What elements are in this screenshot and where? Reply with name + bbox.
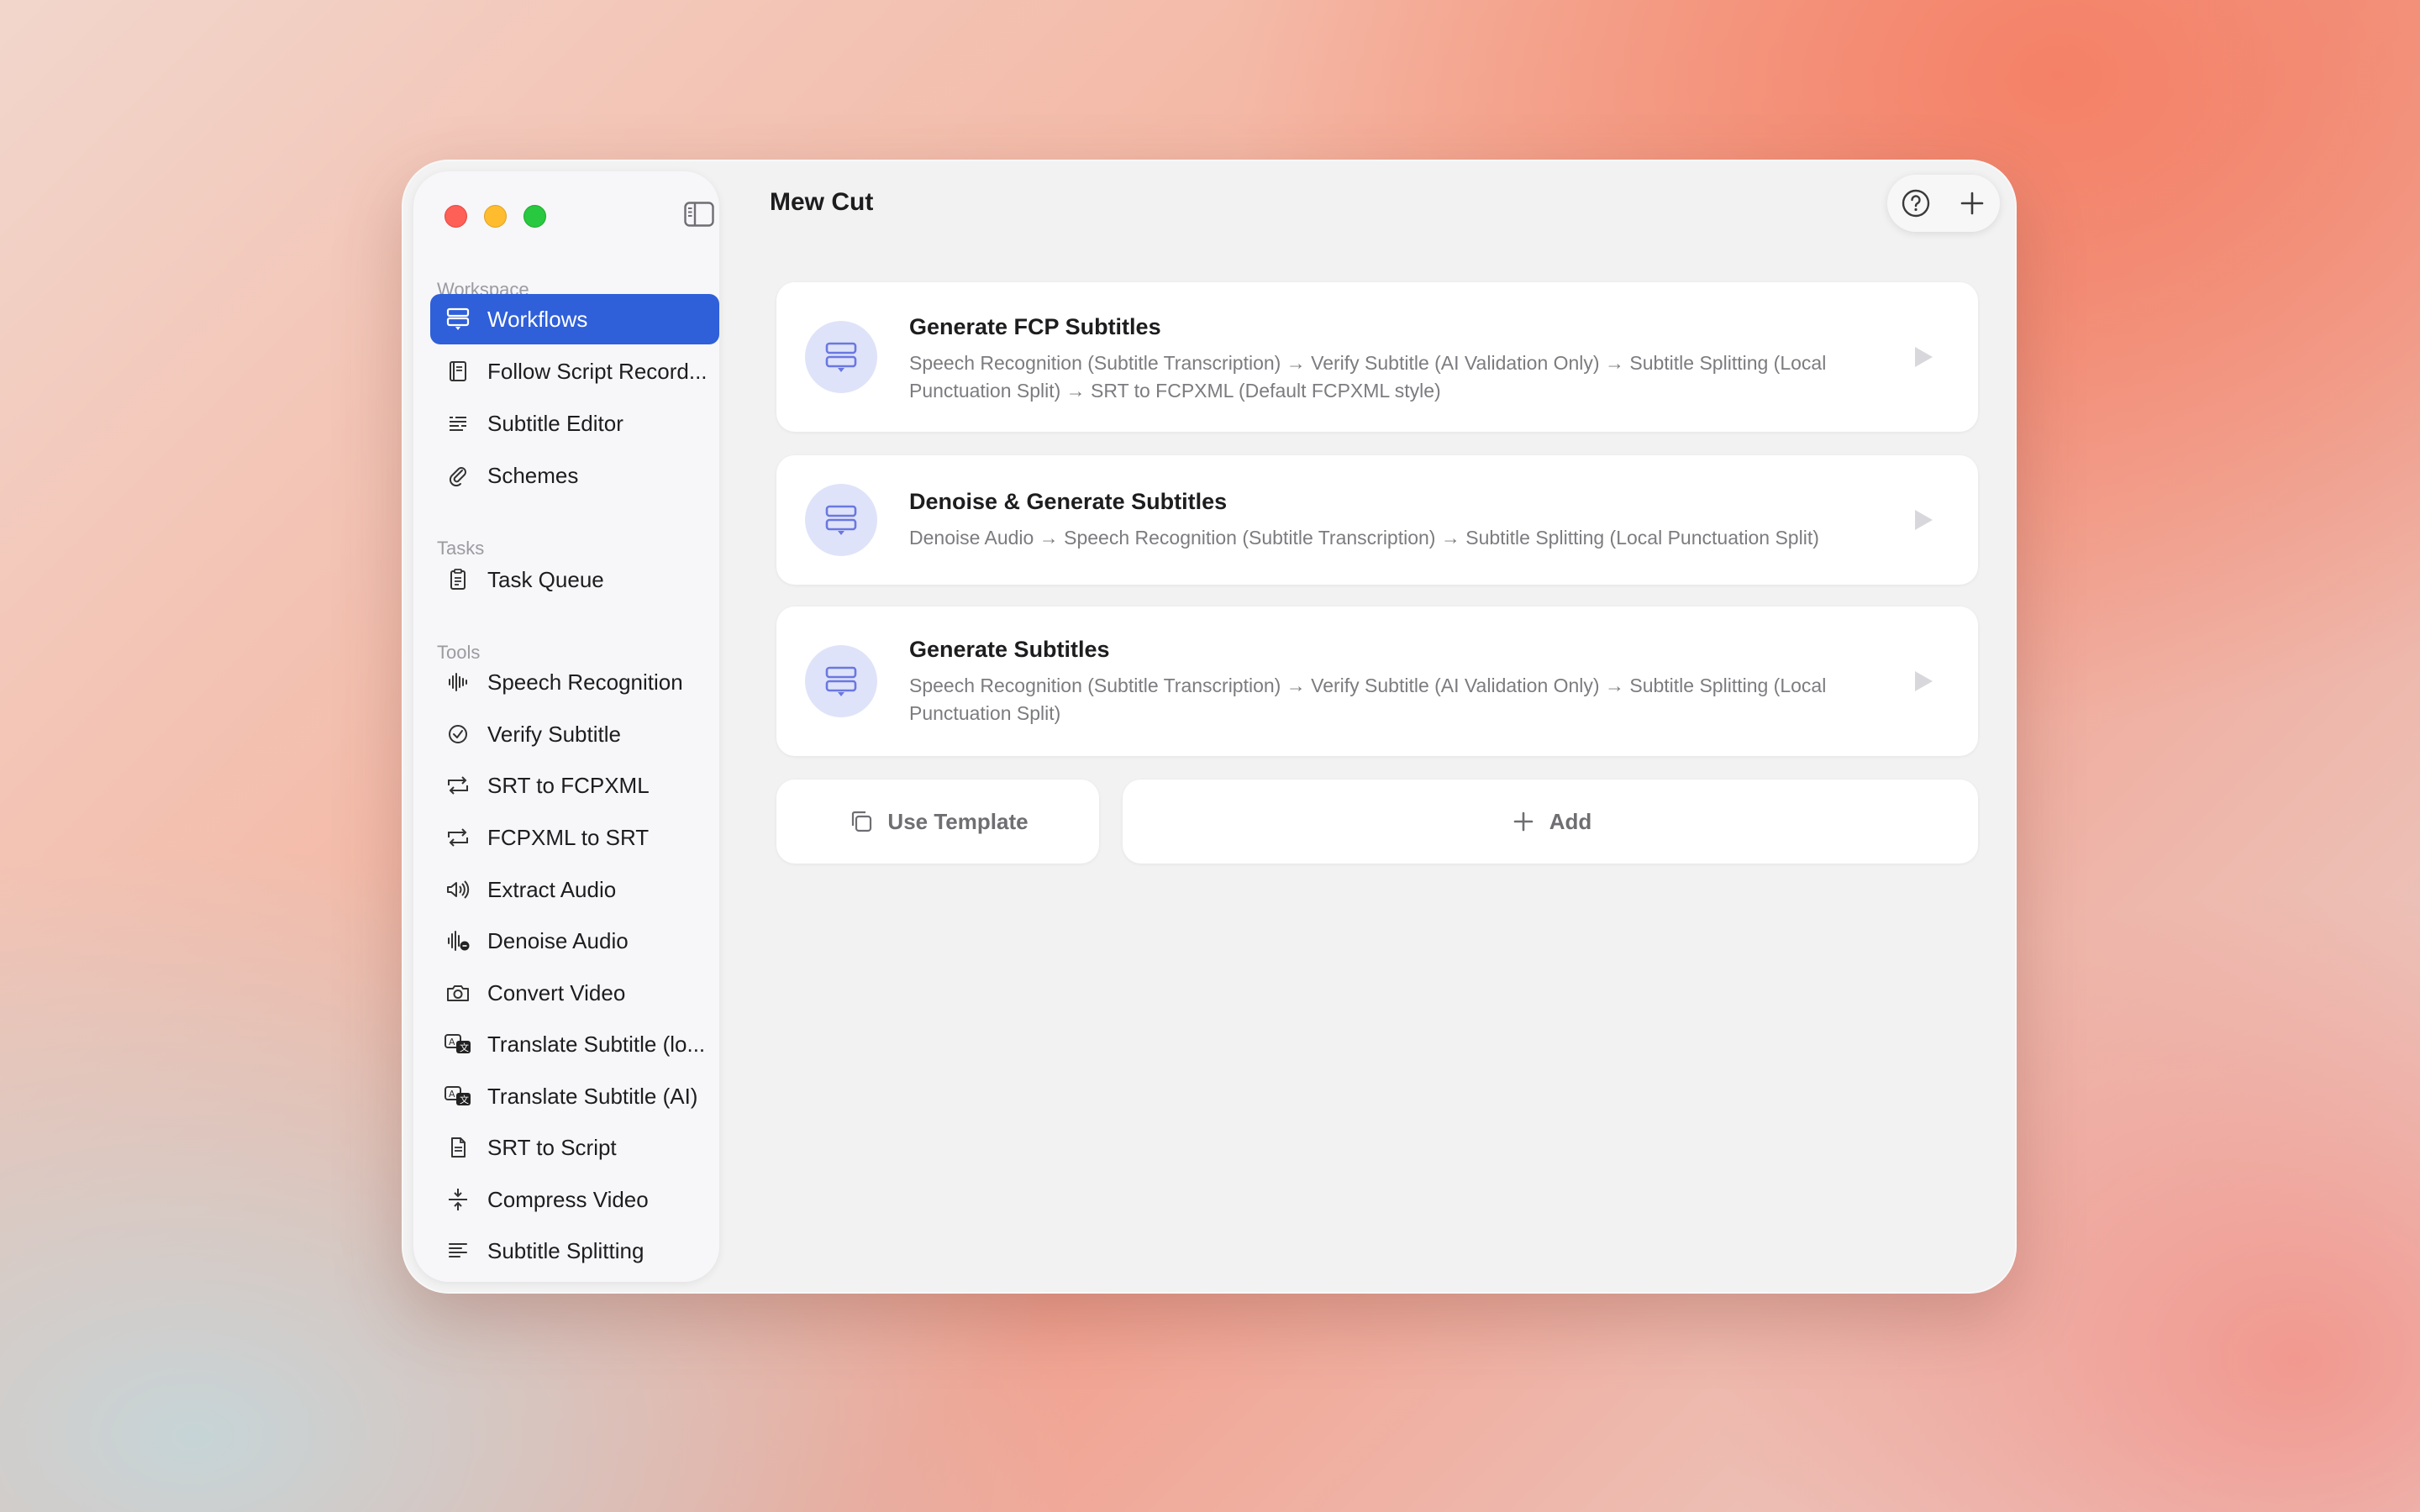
workflow-card[interactable]: Generate FCP Subtitles Speech Recognitio… — [776, 282, 1978, 432]
sidebar-item-label: Task Queue — [487, 566, 604, 592]
use-template-label: Use Template — [887, 808, 1028, 834]
sidebar-item-label: Verify Subtitle — [487, 721, 621, 747]
convert-arrows-icon — [444, 771, 472, 800]
sidebar-item-label: FCPXML to SRT — [487, 824, 650, 850]
sidebar-item-label: Workflows — [487, 306, 588, 332]
add-label: Add — [1549, 808, 1592, 834]
sidebar-item-workflows[interactable]: Workflows — [430, 294, 719, 344]
sidebar-item-label: Follow Script Record... — [487, 358, 708, 384]
sidebar-item-label: Denoise Audio — [487, 927, 629, 953]
toolbar-actions — [1887, 175, 2000, 232]
plus-icon — [1960, 192, 1983, 215]
speaker-wave-icon — [444, 875, 472, 904]
close-window-button[interactable] — [445, 205, 467, 228]
minimize-window-button[interactable] — [484, 205, 507, 228]
workflow-title: Generate FCP Subtitles — [909, 314, 1161, 339]
sidebar-item-subtitle-splitting[interactable]: Subtitle Splitting — [430, 1226, 719, 1276]
workflow-title: Denoise & Generate Subtitles — [909, 489, 1228, 514]
workflow-description: Speech Recognition (Subtitle Transcripti… — [909, 352, 1827, 402]
check-circle-icon — [444, 720, 472, 748]
sidebar-item-label: Compress Video — [487, 1186, 649, 1212]
workflow-icon — [805, 484, 877, 556]
sidebar-item-task-queue[interactable]: Task Queue — [430, 554, 719, 605]
camera-rotate-icon — [444, 979, 472, 1007]
waveform-minus-icon — [444, 927, 472, 955]
svg-text:文: 文 — [460, 1094, 469, 1105]
sidebar-item-convert-video[interactable]: Convert Video — [430, 968, 719, 1018]
clipboard-icon — [444, 565, 472, 594]
copy-icon — [847, 807, 876, 836]
sidebar-item-label: Speech Recognition — [487, 669, 683, 695]
sidebar-item-verify-subtitle[interactable]: Verify Subtitle — [430, 709, 719, 759]
play-icon[interactable] — [1912, 669, 1934, 693]
sidebar-item-translate-subtitle-ai[interactable]: A文 Translate Subtitle (AI) — [430, 1071, 719, 1121]
svg-text:A: A — [449, 1089, 455, 1100]
add-workflow-button[interactable] — [1955, 186, 1989, 220]
compress-icon — [444, 1185, 472, 1214]
workflow-icon — [444, 305, 472, 333]
sidebar-item-follow-script-record[interactable]: Follow Script Record... — [430, 346, 719, 396]
svg-text:A: A — [449, 1037, 455, 1047]
workflow-description: Speech Recognition (Subtitle Transcripti… — [909, 675, 1827, 724]
text-align-left-icon — [444, 1236, 472, 1265]
workflow-icon — [805, 321, 877, 393]
subtitle-lines-icon — [444, 409, 472, 438]
sidebar-item-label: Extract Audio — [487, 876, 617, 902]
add-button[interactable]: Add — [1123, 780, 1978, 864]
sidebar-item-label: Translate Subtitle (lo... — [487, 1031, 706, 1057]
script-book-icon — [444, 357, 472, 386]
sidebar-item-translate-subtitle-local[interactable]: A文 Translate Subtitle (lo... — [430, 1019, 719, 1069]
play-icon[interactable] — [1912, 345, 1934, 369]
play-icon[interactable] — [1912, 508, 1934, 532]
sidebar-item-label: Subtitle Editor — [487, 410, 623, 436]
plus-icon — [1509, 807, 1538, 836]
sidebar-item-label: Schemes — [487, 462, 579, 488]
sidebar-item-srt-to-script[interactable]: SRT to Script — [430, 1122, 719, 1173]
sidebar-item-label: SRT to FCPXML — [487, 772, 650, 798]
sidebar-item-label: SRT to Script — [487, 1134, 617, 1160]
workflow-description: Denoise Audio → Speech Recognition (Subt… — [909, 527, 1819, 549]
help-button[interactable] — [1899, 186, 1933, 220]
window-controls — [445, 205, 546, 228]
window-title: Mew Cut — [770, 188, 874, 216]
workflow-card[interactable]: Generate Subtitles Speech Recognition (S… — [776, 606, 1978, 756]
sidebar-item-schemes[interactable]: Schemes — [430, 450, 719, 501]
sidebar-item-label: Convert Video — [487, 979, 626, 1005]
workflow-icon — [805, 645, 877, 717]
sidebar-item-label: Translate Subtitle (AI) — [487, 1083, 698, 1109]
waveform-icon — [444, 668, 472, 696]
sidebar-item-subtitle-editor[interactable]: Subtitle Editor — [430, 398, 719, 449]
translate-icon: A文 — [444, 1082, 472, 1110]
sidebar-item-denoise-audio[interactable]: Denoise Audio — [430, 916, 719, 966]
zoom-window-button[interactable] — [523, 205, 546, 228]
sidebar-item-speech-recognition[interactable]: Speech Recognition — [430, 657, 719, 707]
sidebar-item-extract-audio[interactable]: Extract Audio — [430, 864, 719, 915]
paperclip-icon — [444, 461, 472, 490]
workflow-card[interactable]: Denoise & Generate Subtitles Denoise Aud… — [776, 455, 1978, 585]
convert-arrows-icon — [444, 823, 472, 852]
sidebar-item-srt-to-fcpxml[interactable]: SRT to FCPXML — [430, 760, 719, 811]
app-window: Workspace Workflows Follow Script Record… — [402, 160, 2017, 1294]
workflow-title: Generate Subtitles — [909, 637, 1110, 662]
svg-text:文: 文 — [460, 1042, 469, 1053]
document-icon — [444, 1133, 472, 1162]
sidebar-item-label: Subtitle Splitting — [487, 1237, 644, 1263]
sidebar-toggle-icon[interactable] — [684, 202, 714, 227]
sidebar-item-fcpxml-to-srt[interactable]: FCPXML to SRT — [430, 812, 719, 863]
sidebar-item-compress-video[interactable]: Compress Video — [430, 1174, 719, 1225]
sidebar: Workspace Workflows Follow Script Record… — [413, 171, 719, 1282]
help-icon — [1902, 189, 1929, 218]
use-template-button[interactable]: Use Template — [776, 780, 1099, 864]
translate-icon: A文 — [444, 1030, 472, 1058]
